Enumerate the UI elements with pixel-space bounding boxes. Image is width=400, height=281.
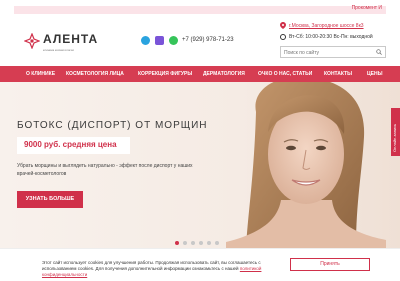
hero-description: Убрать морщины и выглядеть натурально - … — [17, 163, 193, 177]
logo[interactable]: АЛЕНТА клиника косметологии — [24, 31, 114, 57]
nav-item-body-correction[interactable]: КОРРЕКЦИЯ ФИГУРЫ — [138, 66, 192, 82]
slider-dot[interactable] — [207, 241, 211, 245]
slider-dot[interactable] — [175, 241, 179, 245]
top-strip: Прокомент И — [0, 0, 400, 20]
online-booking-tab[interactable]: Онлайн-запись — [391, 108, 400, 156]
hero-slider: БОТОКС (ДИСПОРТ) ОТ МОРЩИН 9000 руб. сре… — [0, 82, 400, 248]
nav-item-about[interactable]: О КЛИНИКЕ — [26, 66, 55, 82]
telegram-icon[interactable] — [141, 36, 150, 45]
promo-link[interactable]: Прокомент И — [352, 5, 382, 11]
search-box — [280, 46, 386, 58]
whatsapp-icon[interactable] — [169, 36, 178, 45]
hero-title: БОТОКС (ДИСПОРТ) ОТ МОРЩИН — [17, 120, 208, 131]
cookie-banner: Этот сайт использует cookies для улучшен… — [0, 248, 400, 281]
search-input[interactable] — [284, 48, 372, 57]
search-icon[interactable] — [376, 49, 382, 55]
hours-text: Вт-Сб: 10:00-20:30 Вс-Пн: выходной — [289, 34, 373, 40]
nav-item-face-cosmetology[interactable]: КОСМЕТОЛОГИЯ ЛИЦА — [66, 66, 124, 82]
nav-item-contacts[interactable]: КОНТАКТЫ — [324, 66, 352, 82]
online-booking-label: Онлайн-запись — [392, 123, 397, 152]
slider-dot[interactable] — [191, 241, 195, 245]
map-pin-icon — [280, 22, 286, 29]
nav-item-prices[interactable]: ЦЕНЫ — [367, 66, 383, 82]
logo-subtitle: клиника косметологии — [43, 48, 74, 52]
slider-dot[interactable] — [215, 241, 219, 245]
woman-portrait-image — [226, 82, 386, 248]
viber-icon[interactable] — [155, 36, 164, 45]
logo-name: АЛЕНТА — [43, 32, 99, 46]
nav-item-dermatology[interactable]: ДЕРМАТОЛОГИЯ — [203, 66, 245, 82]
promo-bar — [14, 6, 386, 14]
slider-dot[interactable] — [183, 241, 187, 245]
price-text: 9000 руб. средняя цена — [24, 140, 117, 149]
nav-item-articles[interactable]: ОЧКО О НАС, СТАТЬИ — [258, 66, 312, 82]
clock-icon — [280, 34, 286, 40]
logo-mark-icon — [24, 33, 40, 49]
cookie-text: Этот сайт использует cookies для улучшен… — [42, 260, 282, 278]
slider-dot[interactable] — [199, 241, 203, 245]
price-badge: 9000 руб. средняя цена — [17, 137, 130, 154]
address-text: г.Москва, Загородное шоссе 8к3 — [289, 23, 364, 29]
cookie-message: Этот сайт использует cookies для улучшен… — [42, 260, 261, 271]
accept-cookies-button[interactable]: Принять — [290, 258, 370, 271]
header: АЛЕНТА клиника косметологии +7 (929) 978… — [0, 20, 400, 66]
main-nav: О КЛИНИКЕ КОСМЕТОЛОГИЯ ЛИЦА КОРРЕКЦИЯ ФИ… — [0, 66, 400, 82]
learn-more-button[interactable]: УЗНАТЬ БОЛЬШЕ — [17, 191, 83, 208]
phone-link[interactable]: +7 (929) 978-71-23 — [182, 37, 234, 43]
